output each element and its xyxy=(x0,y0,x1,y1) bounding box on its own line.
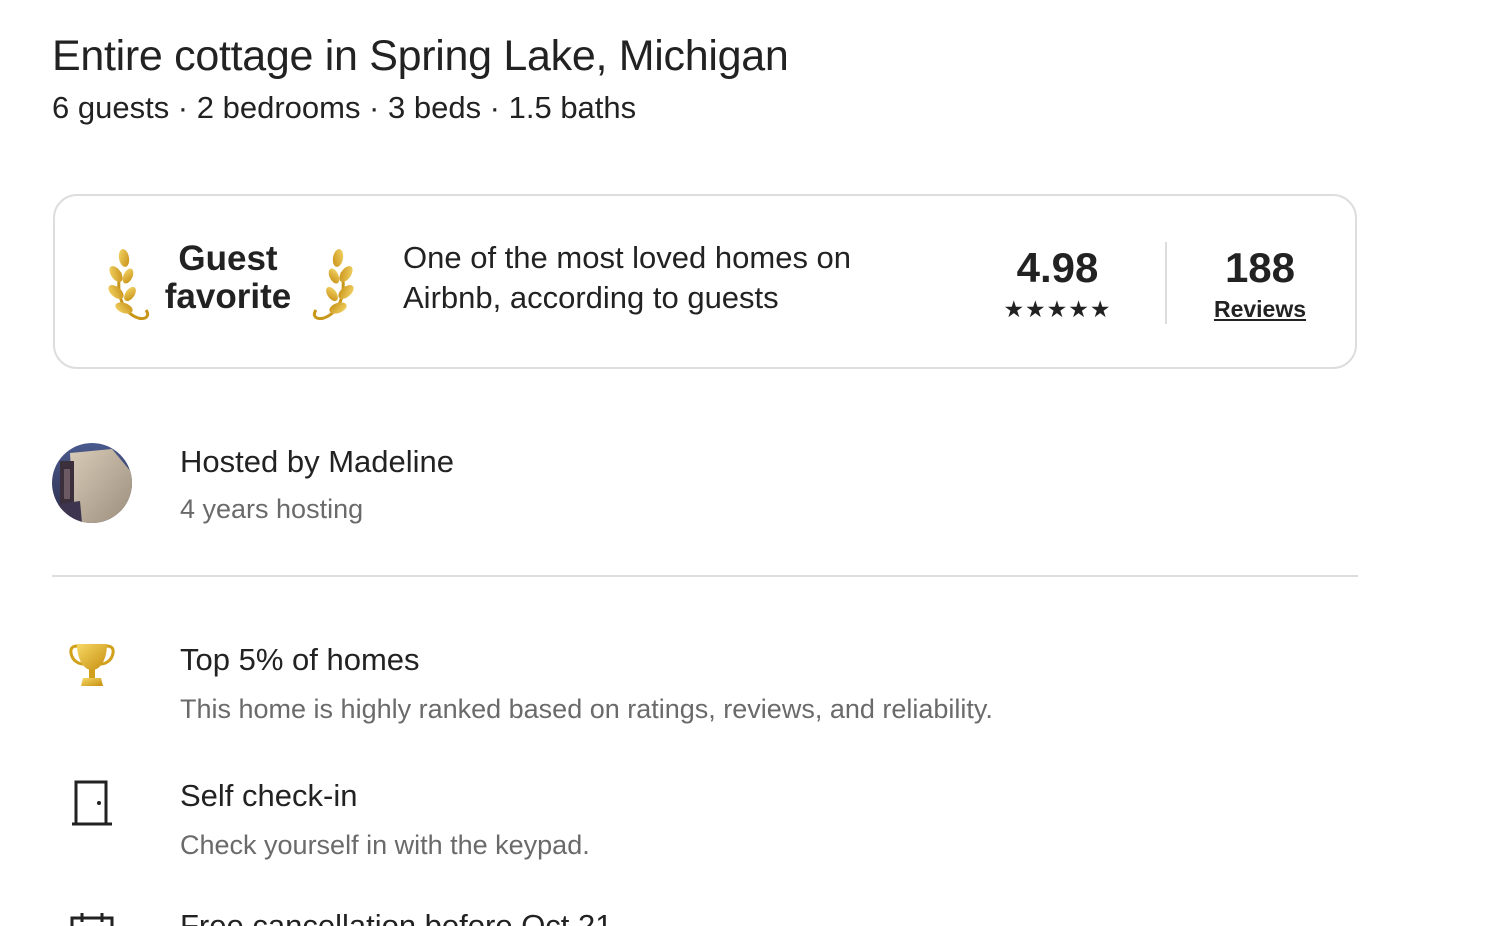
highlight-desc-self-checkin: Check yourself in with the keypad. xyxy=(180,830,590,860)
guest-favorite-label-line1: Guest xyxy=(178,239,278,278)
section-divider xyxy=(52,575,1358,577)
host-avatar-photo xyxy=(52,443,132,523)
calendar-icon xyxy=(70,913,114,926)
card-divider xyxy=(1165,242,1167,324)
laurel-left-icon xyxy=(108,249,150,320)
rating-stars: ★★★★★ xyxy=(1003,296,1112,322)
host-name: Hosted by Madeline xyxy=(180,444,454,479)
host-experience: 4 years hosting xyxy=(180,494,364,524)
host-avatar[interactable] xyxy=(52,443,132,523)
reviews-count: 188 xyxy=(1224,244,1296,291)
guest-favorite-label: Guest favorite xyxy=(153,240,303,316)
guest-favorite-label-line2: favorite xyxy=(164,277,292,316)
guest-favorite-card[interactable]: Guest favorite One of the most loved hom… xyxy=(53,194,1357,369)
highlight-title-self-checkin: Self check-in xyxy=(180,778,358,813)
laurel-right-icon xyxy=(312,249,354,320)
reviews-link[interactable]: Reviews xyxy=(1205,294,1315,324)
highlight-desc-top5: This home is highly ranked based on rati… xyxy=(180,694,993,724)
listing-page: Entire cottage in Spring Lake, Michigan … xyxy=(0,0,1508,926)
rating-value: 4.98 xyxy=(1016,244,1099,291)
listing-title: Entire cottage in Spring Lake, Michigan xyxy=(52,32,789,80)
listing-summary: 6 guests · 2 bedrooms · 3 beds · 1.5 bat… xyxy=(52,90,637,125)
trophy-icon xyxy=(69,644,115,686)
highlight-title-cancellation: Free cancellation before Oct 21 xyxy=(180,908,613,926)
guest-favorite-description: One of the most loved homes on Airbnb, a… xyxy=(403,240,852,315)
highlight-title-top5: Top 5% of homes xyxy=(180,642,420,677)
door-icon xyxy=(72,780,112,826)
